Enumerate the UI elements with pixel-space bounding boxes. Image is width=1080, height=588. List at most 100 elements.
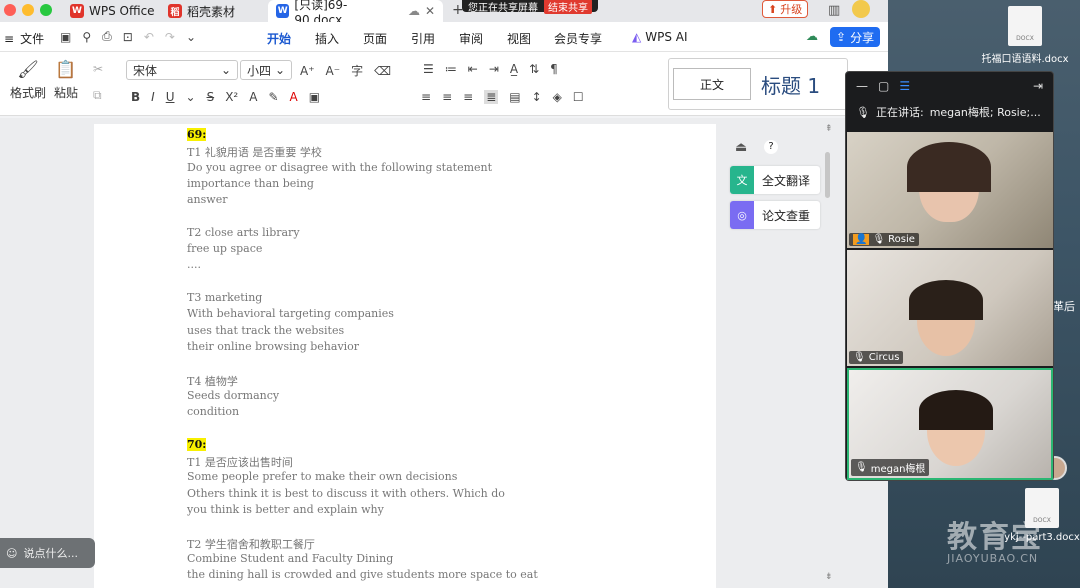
full-translate-button[interactable]: 文 全文翻译 [730, 166, 820, 194]
menu-review[interactable]: 审阅 [459, 30, 483, 47]
menu-wps-ai[interactable]: ◭ WPS AI [632, 30, 688, 44]
highlight-icon[interactable]: ✎ [268, 90, 278, 104]
help-icon[interactable]: ? [764, 140, 778, 154]
document-line: Do you agree or disagree with the follow… [187, 160, 493, 174]
microphone-icon: 🎙 [872, 234, 886, 245]
menu-reference[interactable]: 引用 [411, 30, 435, 47]
share-button[interactable]: ⇪ 分享 [830, 27, 881, 47]
italic-icon[interactable]: I [151, 90, 155, 104]
desktop-file-ykj[interactable]: DOCX ykj--part3.docx [997, 488, 1080, 543]
minimize-window-icon[interactable] [22, 4, 34, 16]
increase-indent-icon[interactable]: ⇥ [489, 62, 499, 76]
video-tile-circus[interactable]: 🎙 Circus [847, 250, 1053, 366]
watermark-sub: JIAOYUBAO.CN [947, 552, 1039, 565]
document-line: T2 学生宿舍和教职工餐厅 [187, 537, 315, 551]
style-gallery: 正文 标题 1 [668, 58, 848, 110]
file-menu[interactable]: ≡ 文件 [4, 30, 44, 47]
border-icon[interactable]: ☐ [573, 90, 584, 104]
font-style-tools: B I U ⌄ S̶ X² A ✎ A ▣ [131, 90, 320, 104]
undo-icon[interactable]: ↶ [144, 30, 154, 44]
bullet-list-icon[interactable]: ☰ [423, 62, 434, 76]
sort-icon[interactable]: ⇅ [529, 62, 539, 76]
align-right-icon[interactable]: ≡ [463, 90, 473, 104]
style-normal[interactable]: 正文 [673, 68, 751, 100]
distribute-icon[interactable]: ▤ [509, 90, 520, 104]
justify-icon[interactable]: ≣ [484, 90, 499, 104]
grid-view-icon[interactable]: ☰ [899, 79, 910, 93]
window-icon[interactable]: ▢ [878, 79, 889, 93]
cloud-sync-icon[interactable]: ☁ [806, 29, 818, 43]
line-spacing-icon[interactable]: ↕ [532, 90, 542, 104]
style-heading-1[interactable]: 标题 1 [761, 70, 820, 99]
grow-font-icon[interactable]: A⁺ [300, 64, 315, 78]
print-icon[interactable]: ⎙ [102, 29, 112, 44]
paste-label: 粘贴 [54, 86, 79, 100]
clear-format-icon[interactable]: ⌫ [374, 64, 391, 78]
menu-member[interactable]: 会员专享 [554, 30, 602, 47]
tab-wps-office[interactable]: W WPS Office [62, 0, 163, 22]
menu-view[interactable]: 视图 [507, 30, 531, 47]
cut-icon[interactable]: ✂ [93, 62, 103, 76]
video-tile-megan[interactable]: 🎙 megan梅根 [847, 368, 1053, 480]
align-center-icon[interactable]: ≡ [442, 90, 452, 104]
tab-document[interactable]: W [只读]69-90.docx ☁ ✕ [268, 0, 443, 27]
chat-input[interactable]: ☺ 说点什么... [0, 538, 95, 568]
strikethrough-icon[interactable]: S̶ [207, 90, 215, 104]
speaking-names: megan梅根; Rosie;... [929, 106, 1041, 119]
chevron-down-icon: ⌄ [220, 63, 231, 77]
font-color-icon[interactable]: A [290, 90, 298, 104]
font-size-select[interactable]: 小四 ⌄ [240, 60, 292, 80]
paste-button[interactable]: 📋 粘贴 [54, 60, 78, 101]
desktop-file-tuofu[interactable]: DOCX 托福口语语料.docx [975, 6, 1075, 65]
user-avatar[interactable] [852, 0, 870, 18]
close-window-icon[interactable] [4, 4, 16, 16]
link-icon[interactable]: ⚲ [82, 30, 91, 44]
numbered-list-icon[interactable]: ≔ [445, 62, 457, 76]
char-shading-icon[interactable]: ▣ [309, 90, 320, 104]
participant-name: Rosie [888, 234, 915, 245]
document-page[interactable]: 69: T1 礼貌用语 是否重要 学校 Do you agree or disagr… [94, 124, 716, 588]
align-left-icon[interactable]: ≡ [421, 90, 431, 104]
bold-icon[interactable]: B [131, 90, 140, 104]
save-icon[interactable]: ▣ [60, 30, 71, 44]
decrease-indent-icon[interactable]: ⇤ [468, 62, 478, 76]
maximize-window-icon[interactable] [40, 4, 52, 16]
upgrade-button[interactable]: ⬆ 升级 [762, 0, 809, 18]
tab-bar: W WPS Office 稻 稻壳素材 W [只读]69-90.docx ☁ ✕… [0, 0, 888, 27]
text-effect-icon[interactable]: A [249, 90, 257, 104]
copy-icon[interactable]: ⧉ [93, 88, 102, 103]
ai-icon: ◭ [632, 30, 642, 44]
menu-page[interactable]: 页面 [363, 30, 387, 47]
phonetic-icon[interactable]: 字 [351, 62, 363, 79]
stop-share-button[interactable]: 结束共享 [544, 0, 592, 14]
shrink-font-icon[interactable]: A⁻ [326, 64, 341, 78]
chevron-down-icon[interactable]: ⌄ [186, 30, 196, 44]
font-name-select[interactable]: 宋体 ⌄ [126, 60, 238, 80]
redo-icon[interactable]: ↷ [165, 30, 175, 44]
minimize-icon[interactable]: — [856, 79, 868, 93]
tab-label: WPS Office [89, 4, 155, 18]
menu-home[interactable]: 开始 [267, 30, 292, 54]
shading-icon[interactable]: ◈ [553, 90, 562, 104]
upgrade-label: 升级 [780, 3, 803, 16]
paper-check-button[interactable]: ◎ 论文查重 [730, 201, 820, 229]
collapse-panel-icon[interactable]: ⏏ [735, 140, 747, 155]
document-line: Some people prefer to make their own dec… [187, 470, 458, 484]
video-tile-rosie[interactable]: 👤 🎙 Rosie [847, 132, 1053, 248]
menu-insert[interactable]: 插入 [315, 30, 339, 47]
close-tab-icon[interactable]: ✕ [425, 4, 435, 18]
vertical-scrollbar[interactable] [825, 152, 830, 198]
text-direction-icon[interactable]: A̲ [510, 62, 518, 76]
superscript-icon[interactable]: X² [225, 90, 238, 104]
tab-daoke[interactable]: 稻 稻壳素材 [160, 0, 243, 22]
exit-panel-icon[interactable]: ⇥ [1033, 79, 1043, 93]
scroll-up-icon[interactable]: ⇞ [825, 124, 833, 134]
chevron-down-icon[interactable]: ⌄ [186, 90, 196, 104]
preview-icon[interactable]: ⊡ [123, 30, 133, 44]
show-marks-icon[interactable]: ¶ [550, 62, 558, 76]
docx-file-icon: DOCX [1025, 488, 1059, 528]
scroll-down-icon[interactable]: ⇟ [825, 572, 833, 582]
format-painter-button[interactable]: 🖌 格式刷 [10, 60, 46, 101]
underline-icon[interactable]: U [166, 90, 175, 104]
layout-icon[interactable]: ▥ [828, 3, 840, 18]
